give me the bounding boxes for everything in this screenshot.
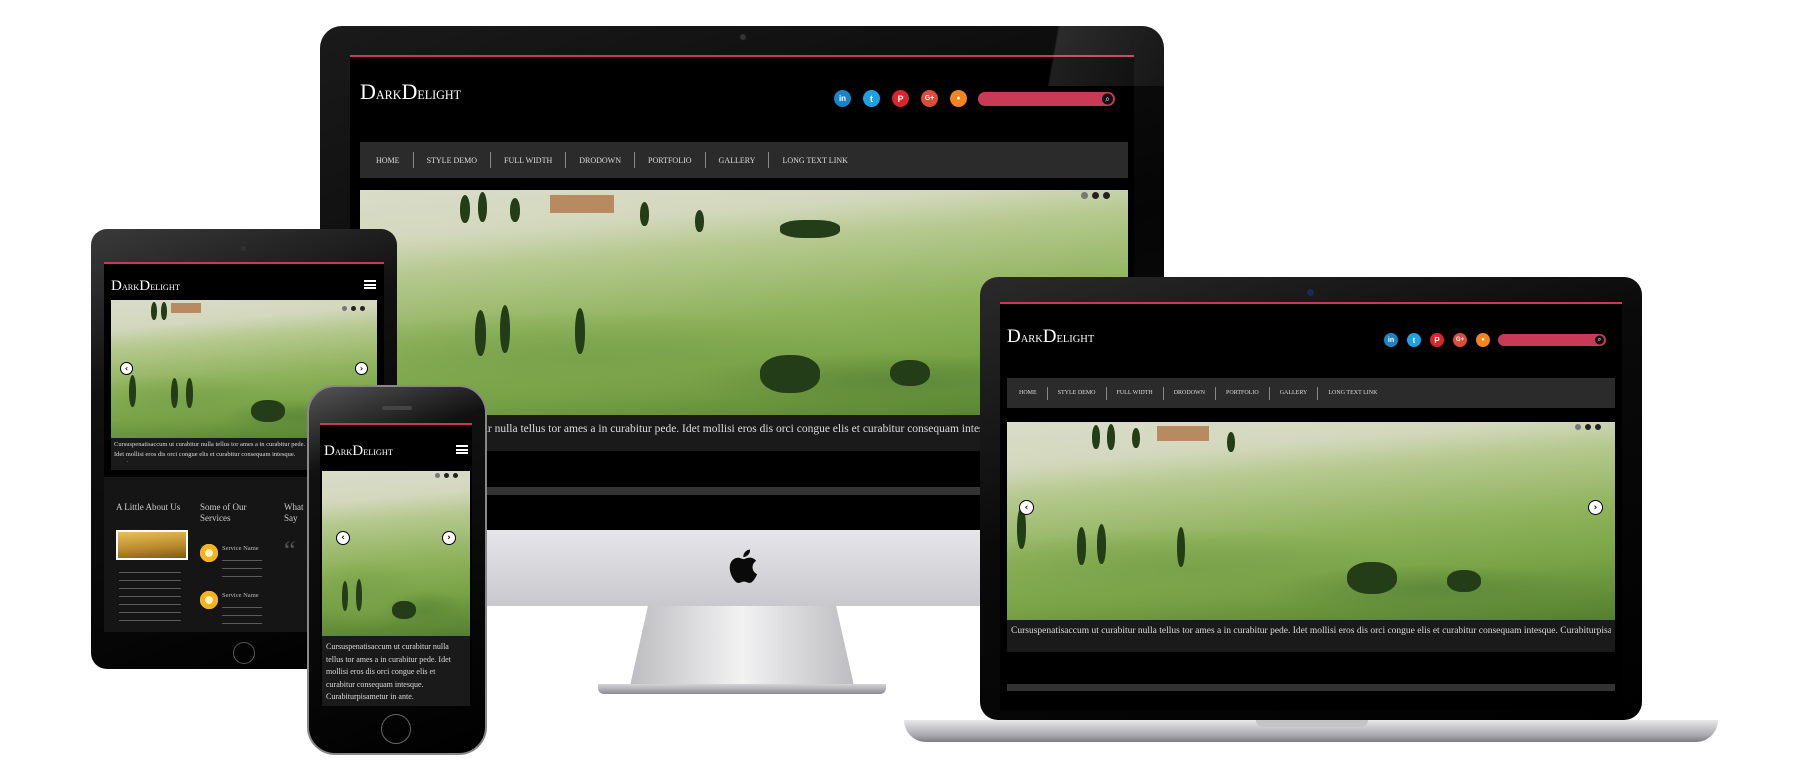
search-icon[interactable]: ⌕ — [1102, 93, 1113, 105]
linkedin-icon[interactable]: in — [834, 90, 851, 107]
service-name: Service Name — [222, 592, 259, 599]
slider-prev-arrow-icon[interactable]: ‹ — [1019, 500, 1034, 515]
nav-long-text-link[interactable]: LONG TEXT LINK — [1328, 390, 1377, 396]
social-links: in t P G+ ● — [834, 90, 967, 107]
main-nav: HOME STYLE DEMO FULL WIDTH DRODOWN PORTF… — [1007, 378, 1615, 408]
nav-dropdown[interactable]: DRODOWN — [579, 156, 621, 165]
slider-dot[interactable] — [1103, 192, 1110, 199]
site-logo[interactable]: DarkDelight — [111, 278, 180, 295]
nav-portfolio[interactable]: PORTFOLIO — [1226, 390, 1259, 396]
search-icon[interactable]: ⌕ — [1595, 335, 1604, 345]
nav-long-text-link[interactable]: LONG TEXT LINK — [782, 156, 847, 165]
slider-dot[interactable] — [1575, 424, 1581, 430]
site-logo[interactable]: DarkDelight — [1007, 326, 1094, 348]
slider-dot[interactable] — [1081, 192, 1088, 199]
slider-dots — [1575, 424, 1601, 430]
slider-dots — [435, 473, 458, 478]
twitter-icon[interactable]: t — [863, 90, 880, 107]
phone-camera — [365, 406, 370, 411]
apple-logo-icon — [729, 549, 757, 584]
slider-prev-arrow-icon[interactable]: ‹ — [120, 362, 133, 375]
phone-home-button[interactable] — [381, 714, 411, 744]
slider-dots — [342, 306, 365, 311]
slider-next-arrow-icon[interactable]: › — [355, 362, 368, 375]
nav-style-demo[interactable]: STYLE DEMO — [427, 156, 477, 165]
slide-caption: Cursuspenatisaccum ut curabitur nulla te… — [326, 642, 451, 701]
phone-speaker — [382, 406, 412, 410]
rss-icon[interactable]: ● — [1476, 333, 1490, 347]
phone-screen: DarkDelight ‹ › Cursuspenatisaccum ut cu… — [320, 423, 472, 706]
laptop-camera — [1307, 289, 1314, 296]
imac-glare — [980, 26, 1164, 86]
service-text-lines — [222, 555, 262, 581]
tablet-camera — [241, 246, 246, 251]
hamburger-menu-icon[interactable] — [364, 280, 376, 289]
slider-next-arrow-icon[interactable]: › — [1588, 500, 1603, 515]
service-icon — [200, 591, 218, 609]
nav-home[interactable]: HOME — [376, 156, 400, 165]
google-plus-icon[interactable]: G+ — [921, 90, 938, 107]
rss-icon[interactable]: ● — [950, 90, 967, 107]
search-input[interactable]: ⌕ — [1498, 334, 1606, 346]
nav-full-width[interactable]: FULL WIDTH — [1117, 390, 1153, 396]
slider-dot[interactable] — [351, 306, 356, 311]
site-logo[interactable]: DarkDelight — [324, 443, 393, 460]
footer-strip — [1007, 684, 1615, 691]
about-text-lines — [119, 567, 181, 627]
slider-next-arrow-icon[interactable]: › — [442, 531, 456, 545]
slider-dot[interactable] — [435, 473, 440, 478]
nav-gallery[interactable]: GALLERY — [1280, 390, 1308, 396]
tablet-home-button[interactable] — [233, 642, 255, 664]
accent-bar — [1000, 302, 1622, 304]
linkedin-icon[interactable]: in — [1384, 333, 1398, 347]
slider-dots — [1081, 192, 1110, 199]
caption-bar — [1007, 620, 1615, 652]
imac-stand — [630, 606, 854, 686]
pinterest-icon[interactable]: P — [892, 90, 909, 107]
google-plus-icon[interactable]: G+ — [1453, 333, 1467, 347]
slide-caption: Cursuspenatisaccum ut curabitur nulla te… — [1011, 626, 1611, 636]
hero-slider[interactable]: ‹ › — [322, 471, 470, 636]
about-title: A Little About Us — [116, 502, 181, 512]
slider-dot[interactable] — [1595, 424, 1601, 430]
nav-style-demo[interactable]: STYLE DEMO — [1058, 390, 1096, 396]
villa-image — [171, 303, 201, 313]
about-image — [116, 530, 188, 560]
accent-bar — [104, 262, 384, 264]
accent-bar — [320, 423, 472, 425]
villa-image — [1157, 426, 1209, 441]
imac-camera — [740, 34, 746, 40]
slider-prev-arrow-icon[interactable]: ‹ — [336, 531, 350, 545]
service-name: Service Name — [222, 545, 259, 552]
villa-image — [550, 195, 614, 213]
laptop-screen: DarkDelight in t P G+ ● ⌕ HOME STYLE DEM… — [1000, 302, 1622, 710]
laptop-notch — [1256, 720, 1368, 727]
slider-dot[interactable] — [444, 473, 449, 478]
hero-slider[interactable]: ‹ › — [1007, 422, 1615, 620]
site-logo[interactable]: DarkDelight — [360, 79, 461, 105]
nav-home[interactable]: HOME — [1019, 390, 1037, 396]
nav-gallery[interactable]: GALLERY — [719, 156, 756, 165]
twitter-icon[interactable]: t — [1407, 333, 1421, 347]
slider-dot[interactable] — [342, 306, 347, 311]
slider-dot[interactable] — [1092, 192, 1099, 199]
quote-icon: “ — [284, 536, 296, 565]
service-text-lines — [222, 602, 262, 628]
main-nav: HOME STYLE DEMO FULL WIDTH DRODOWN PORTF… — [360, 142, 1128, 178]
nav-portfolio[interactable]: PORTFOLIO — [648, 156, 692, 165]
services-title: Some of Our Services — [200, 502, 247, 523]
nav-dropdown[interactable]: DRODOWN — [1174, 390, 1205, 396]
social-links: in t P G+ ● — [1384, 333, 1490, 347]
pinterest-icon[interactable]: P — [1430, 333, 1444, 347]
slider-dot[interactable] — [360, 306, 365, 311]
slide-caption: Cursuspenatisaccum ut curabitur nulla te… — [114, 441, 306, 462]
service-icon — [200, 544, 218, 562]
slider-dot[interactable] — [1585, 424, 1591, 430]
nav-full-width[interactable]: FULL WIDTH — [504, 156, 552, 165]
slider-dot[interactable] — [453, 473, 458, 478]
search-input[interactable]: ⌕ — [978, 92, 1115, 106]
hamburger-menu-icon[interactable] — [456, 445, 468, 454]
imac-stand-foot — [598, 684, 886, 694]
